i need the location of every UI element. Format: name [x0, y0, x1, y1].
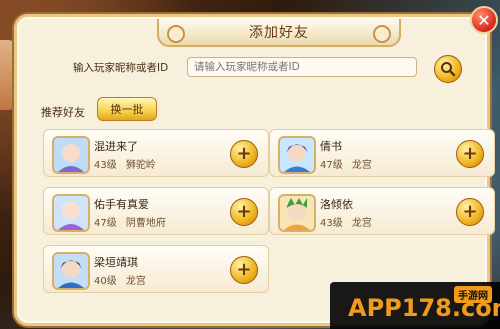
friend-list: 混进来了 43级 狮驼岭 + 倩书 47级 龙宫 + 佑手有真爱 47级 阴曹地…	[43, 129, 495, 293]
friend-meta: 47级 阴曹地府	[94, 214, 166, 229]
avatar-4-icon	[280, 196, 314, 230]
friend-location: 龙宫	[351, 160, 372, 171]
add-friend-button[interactable]: +	[456, 198, 484, 226]
add-friend-button[interactable]: +	[230, 256, 258, 284]
plus-icon: +	[462, 201, 478, 222]
friend-card: 混进来了 43级 狮驼岭 +	[43, 129, 269, 177]
search-button[interactable]	[434, 55, 462, 83]
avatar	[278, 194, 316, 232]
friend-level: 40级	[94, 276, 117, 287]
friend-meta: 43级 狮驼岭	[94, 156, 156, 171]
plus-icon: +	[236, 259, 252, 280]
friend-name: 梁垣靖琪	[94, 256, 138, 269]
friend-meta: 40级 龙宫	[94, 272, 146, 287]
avatar-2-icon	[280, 138, 314, 172]
plus-icon: +	[462, 143, 478, 164]
close-button[interactable]: ✕	[470, 6, 498, 34]
add-friend-button[interactable]: +	[230, 140, 258, 168]
friend-card: 倩书 47级 龙宫 +	[269, 129, 495, 177]
friend-card: 洛倾依 43级 龙宫 +	[269, 187, 495, 235]
refresh-button[interactable]: 换一批	[97, 97, 157, 121]
search-input[interactable]	[187, 57, 417, 77]
add-friend-button[interactable]: +	[230, 198, 258, 226]
friend-location: 龙宫	[125, 276, 146, 287]
dialog-title-bar: 添加好友	[157, 19, 401, 47]
plus-icon: +	[236, 201, 252, 222]
friend-level: 43级	[320, 218, 343, 229]
watermark: 手游网 APP178.com	[330, 282, 500, 329]
friend-card: 佑手有真爱 47级 阴曹地府 +	[43, 187, 269, 235]
title-ornament-right-icon	[373, 25, 391, 43]
recommend-friends-label: 推荐好友	[41, 106, 85, 119]
title-ornament-left-icon	[167, 25, 185, 43]
watermark-text: APP178.com	[348, 294, 500, 322]
close-icon: ✕	[477, 10, 491, 30]
avatar	[52, 252, 90, 290]
search-label: 输入玩家昵称或者ID	[73, 62, 169, 74]
friend-meta: 47级 龙宫	[320, 156, 372, 171]
avatar-3-icon	[54, 196, 88, 230]
friend-level: 43级	[94, 160, 117, 171]
add-friend-button[interactable]: +	[456, 140, 484, 168]
avatar-5-icon	[54, 254, 88, 288]
friend-location: 狮驼岭	[125, 160, 156, 171]
avatar	[52, 136, 90, 174]
plus-icon: +	[236, 143, 252, 164]
friend-level: 47级	[94, 218, 117, 229]
friend-meta: 43级 龙宫	[320, 214, 372, 229]
friend-card: 梁垣靖琪 40级 龙宫 +	[43, 245, 269, 293]
friend-location: 龙宫	[351, 218, 372, 229]
friend-level: 47级	[320, 160, 343, 171]
friend-name: 倩书	[320, 140, 342, 153]
friend-location: 阴曹地府	[125, 218, 166, 229]
friend-name: 混进来了	[94, 140, 138, 153]
avatar	[52, 194, 90, 232]
dialog-title: 添加好友	[249, 25, 309, 41]
add-friend-dialog: 添加好友 输入玩家昵称或者ID 推荐好友 换一批 混进来了 43级 狮驼岭	[14, 14, 495, 326]
friend-name: 佑手有真爱	[94, 198, 149, 211]
search-icon	[441, 62, 456, 77]
avatar	[278, 136, 316, 174]
avatar-1-icon	[54, 138, 88, 172]
friend-name: 洛倾依	[320, 198, 353, 211]
